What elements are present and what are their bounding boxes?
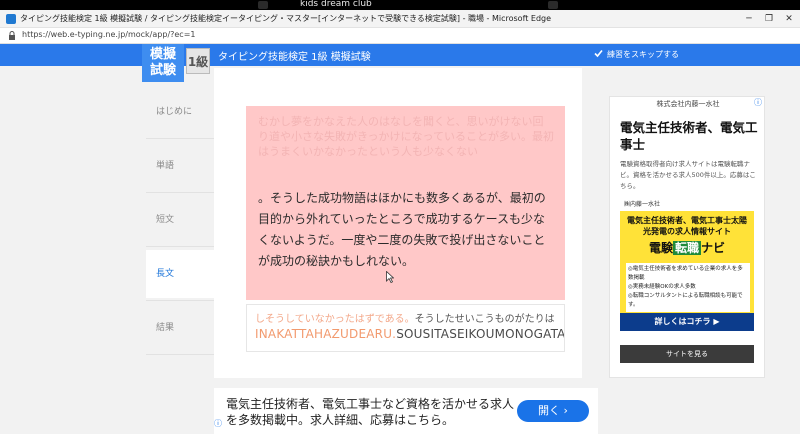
url-text[interactable]: https://web.e-typing.ne.jp/mock/app/?ec=… [22,30,196,39]
site-favicon-icon [6,14,16,24]
sidebar-item-short-text[interactable]: 短文 [146,196,214,244]
divider [146,354,214,355]
lock-icon [9,31,15,40]
side-advertisement[interactable]: 株式会社内藤一水社 ⓘ 電気主任技術者、電気工事士 電験資格取得者向け求人サイト… [609,96,765,378]
typing-area: むかし夢をかなえた人のはなしを聞くと、思いがけない回り道や小さな失敗がきっかけに… [214,68,582,378]
romaji-line: INAKATTAHAZUDEARU.SOUSITASEIKOUMONOGATAR… [255,327,565,341]
page-content: 1級 タイピング技能検定 1級 模擬試験 練習をスキップする 模擬 試験 はじめ… [0,44,800,434]
ad-info-icon[interactable]: ⓘ [214,418,222,429]
mouse-cursor-icon [386,271,394,283]
completed-passage-text: むかし夢をかなえた人のはなしを聞くと、思いがけない回り道や小さな失敗がきっかけに… [258,115,555,158]
skip-practice-toggle[interactable]: 練習をスキップする [594,49,679,60]
banner-feature-list: ◎電気主任技術者を求めている企業の求人を多数掲載 ◎実務未経験OKの求人多数 ◎… [626,263,750,312]
banner-logo-part: 電験 [648,241,673,255]
window-titlebar: タイピング技能検定 1級 模擬試験 / タイピング技能検定イータイピング・マスタ… [0,10,800,28]
divider [146,246,214,247]
ad-description: 電験資格取得者向け求人サイトは電験転職ナビ。資格を活かせる求人500件以上。応募… [620,160,756,190]
open-button[interactable]: 開く › [517,400,589,422]
kana-remaining: そうしたせいこうものがたりは [414,314,555,325]
banner-title: 電気主任技術者、電気工事士太陽光発電の求人情報サイト [627,216,747,236]
bottom-ad-text[interactable]: 電気主任技術者、電気工事士など資格を活かせる求人を多数掲載中。求人詳細、応募はこ… [226,396,516,428]
check-icon [594,49,603,58]
ad-info-icon[interactable]: ⓘ [754,97,764,107]
banner-logo-part: 転職 [672,241,701,255]
zoom-meeting-bar: kids dream club [0,0,800,10]
meeting-name: kids dream club [300,0,372,9]
address-bar[interactable]: https://web.e-typing.ne.jp/mock/app/?ec=… [0,28,800,44]
banner-details-button[interactable]: 詳しくはコチラ ▶ [620,313,754,331]
sidebar-item-words[interactable]: 単語 [146,142,214,190]
banner-logo: 電験 転職 ナビ [624,239,750,257]
sidebar-item-long-text[interactable]: 長文 [146,250,214,298]
window-title: タイピング技能検定 1級 模擬試験 / タイピング技能検定イータイピング・マスタ… [20,14,552,23]
ad-headline[interactable]: 電気主任技術者、電気工事士 [620,119,760,153]
section-sidebar: はじめに 単語 短文 長文 結果 [146,80,214,400]
participant-thumbnail [258,1,268,9]
banner-feature: ◎電気主任技術者を求めている企業の求人を多数掲載 [628,266,743,281]
maximize-button[interactable]: ❐ [762,12,776,26]
exam-title: タイピング技能検定 1級 模擬試験 [218,52,371,63]
passage-panel: むかし夢をかなえた人のはなしを聞くと、思いがけない回り道や小さな失敗がきっかけに… [246,106,565,300]
mock-exam-logo: 模擬 試験 [142,44,184,82]
logo-line-2: 試験 [149,63,176,78]
kana-reading: しそうしていなかったはずである。そうしたせいこうものがたりは [255,310,555,325]
top-navigation: 1級 タイピング技能検定 1級 模擬試験 練習をスキップする [0,44,800,74]
banner-feature: ◎転職コンサルタントによる転職相談も可能です。 [628,293,743,308]
divider [146,138,214,139]
banner-feature: ◎実務未経験OKの求人多数 [628,284,696,290]
banner-logo-part: ナビ [701,241,726,255]
minimize-button[interactable]: ─ [742,12,756,26]
typing-input-box[interactable]: しそうしていなかったはずである。そうしたせいこうものがたりは INAKATTAH… [246,304,565,352]
participant-thumbnail [548,1,558,9]
ad-company-name: 株式会社内藤一水社 [656,100,720,108]
ad-banner-image[interactable]: ㈱内藤一水社 電気主任技術者、電気工事士太陽光発電の求人情報サイト 電験 転職 ナビ… [620,199,754,331]
sidebar-item-intro[interactable]: はじめに [146,88,214,136]
remaining-passage-text: 。そうした成功物語はほかにも数多くあるが、最初の目的から外れていったところで成功… [258,191,546,268]
bottom-advertisement[interactable]: 電気主任技術者、電気工事士など資格を活かせる求人を多数掲載中。求人詳細、応募はこ… [214,388,598,434]
kana-typed: しそうしていなかったはずである。 [255,314,415,325]
visit-site-button[interactable]: サイトを見る [620,345,754,363]
divider [146,192,214,193]
romaji-typed: INAKATTAHAZUDEARU. [255,327,397,341]
logo-line-1: 模擬 [149,47,176,62]
romaji-remaining: SOUSITASEIKOUMONOGATARIHA [396,327,565,341]
sidebar-item-results[interactable]: 結果 [146,304,214,352]
close-button[interactable]: ✕ [782,12,796,26]
divider [146,300,214,301]
skip-practice-label: 練習をスキップする [607,50,679,59]
banner-company: ㈱内藤一水社 [620,199,754,211]
level-badge: 1級 [186,48,210,74]
